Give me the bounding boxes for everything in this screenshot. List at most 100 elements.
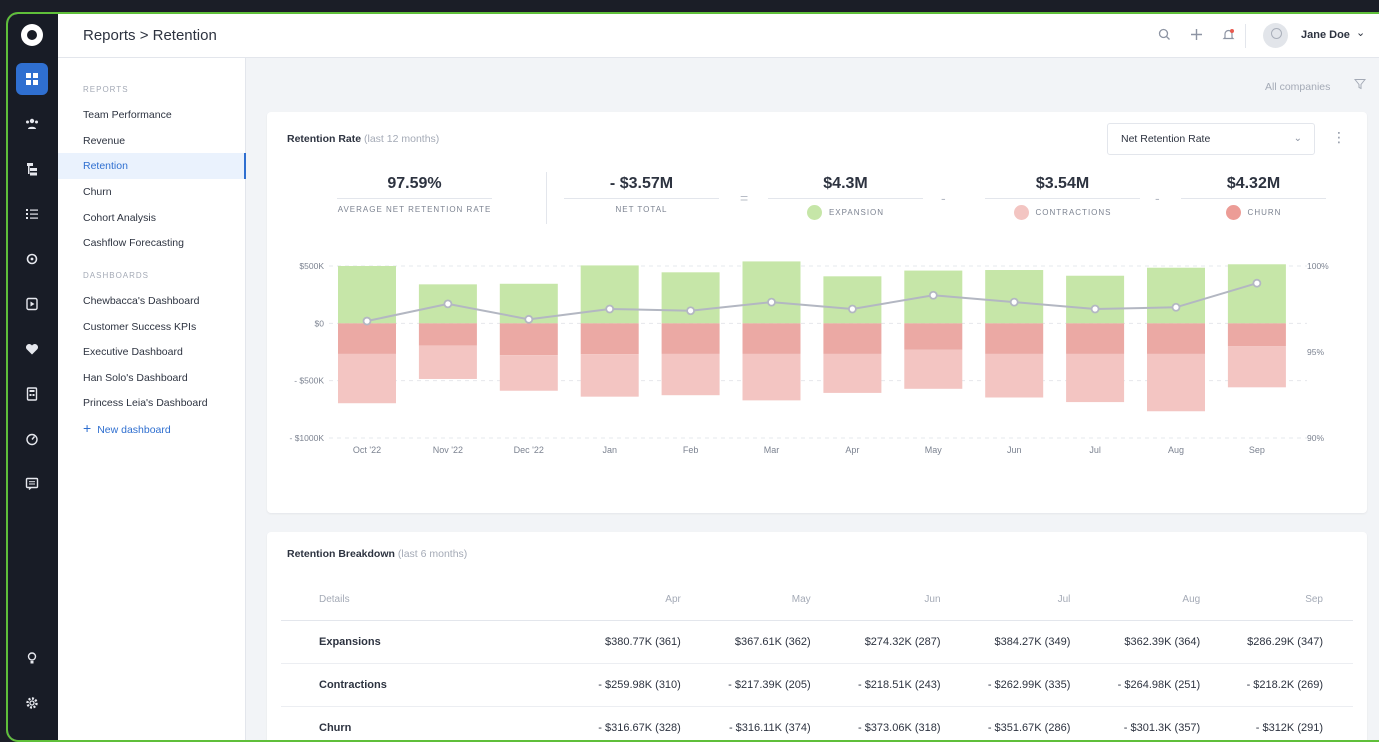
hierarchy-icon[interactable] [16, 153, 48, 185]
nrr-value: 97.59% [387, 175, 442, 192]
add-icon[interactable] [1180, 27, 1212, 45]
churn-bar [418, 345, 477, 379]
task-list-icon[interactable] [16, 198, 48, 230]
table-cell: Contractions [281, 663, 581, 707]
churn-bar [580, 354, 639, 397]
churn-label: CHURN [1181, 205, 1326, 220]
contraction-bar [823, 323, 882, 354]
expansion-value: $4.3M [823, 175, 868, 192]
expansion-bar [742, 261, 801, 324]
minus-operator: - [1155, 190, 1160, 206]
speedometer-icon[interactable] [16, 423, 48, 455]
users-icon[interactable] [16, 108, 48, 140]
nrr-point [767, 297, 776, 307]
play-box-icon[interactable] [16, 288, 48, 320]
lightbulb-icon[interactable] [16, 642, 48, 674]
retention-breakdown-title: Retention Breakdown (last 6 months) [287, 548, 468, 560]
company-filter[interactable]: All companies [1265, 81, 1330, 93]
table-cell: - $316.11K (374) [710, 706, 841, 740]
expansion-bar [580, 265, 639, 324]
table-row[interactable]: Contractions - $259.98K (310) - $217.39K… [281, 663, 1353, 707]
new-dashboard-button[interactable]: + New dashboard [83, 420, 171, 436]
dashboards-heading: DASHBOARDS [83, 271, 150, 280]
avatar[interactable] [1263, 23, 1288, 48]
table-cell: - $373.06K (318) [840, 706, 971, 740]
expansion-bar [1066, 275, 1125, 324]
table-row[interactable]: Expansions $380.77K (361) $367.61K (362)… [281, 620, 1353, 664]
search-icon[interactable] [1148, 27, 1180, 45]
y-tick-label: $500K [299, 261, 324, 271]
sidebar-item-customer-success-kpis[interactable]: Customer Success KPIs [58, 314, 246, 340]
y2-tick-label: 90% [1307, 433, 1324, 443]
sidebar-item-retention[interactable]: Retention [58, 153, 246, 179]
health-heart-icon[interactable] [16, 333, 48, 365]
metric-expansion: $4.3M EXPANSION [768, 172, 923, 220]
breakdown-table: Details Apr May Jun Jul Aug Sep Expansio… [281, 580, 1353, 740]
x-tick-label: Sep [1249, 445, 1265, 455]
sidebar-item-han-solo-dashboard[interactable]: Han Solo's Dashboard [58, 365, 246, 391]
contractions-label: CONTRACTIONS [985, 205, 1140, 220]
nrr-point [848, 304, 857, 314]
sidebar-item-team-performance[interactable]: Team Performance [58, 102, 246, 128]
table-cell: - $312K (291) [1230, 706, 1353, 740]
table-cell: - $218.51K (243) [840, 663, 971, 707]
filter-icon[interactable] [1354, 78, 1366, 90]
retention-chart: $500K $0 - $500K - $1000K 100% 95% 90% Oct '22 N… [290, 261, 1330, 455]
notification-bell-icon[interactable] [1212, 27, 1244, 45]
column-header: Sep [1230, 580, 1353, 621]
expansion-bar [338, 266, 396, 324]
sidebar-item-revenue[interactable]: Revenue [58, 128, 246, 154]
column-header: Details [281, 580, 581, 621]
metric-select[interactable]: Net Retention Rate ⌄ [1107, 123, 1315, 155]
app-logo[interactable] [21, 24, 43, 46]
nrr-point [1252, 278, 1262, 288]
contraction-bar [499, 323, 558, 356]
contraction-bar [742, 323, 801, 354]
y-tick-label: - $1000K [290, 433, 325, 443]
churn-bar [1227, 346, 1286, 388]
calculator-icon[interactable] [16, 378, 48, 410]
breadcrumb: Reports > Retention [83, 27, 217, 44]
settings-gear-icon[interactable] [16, 687, 48, 719]
sidebar-item-chewbacca-dashboard[interactable]: Chewbacca's Dashboard [58, 288, 246, 314]
x-tick-label: Mar [764, 445, 780, 455]
table-cell: - $259.98K (310) [581, 663, 711, 707]
table-cell: - $351.67K (286) [970, 706, 1101, 740]
sidebar-item-executive-dashboard[interactable]: Executive Dashboard [58, 339, 246, 365]
reports-heading: REPORTS [83, 85, 129, 94]
nrr-point [362, 316, 372, 326]
y-tick-label: - $500K [294, 376, 324, 386]
dashboard-grid-icon[interactable] [16, 63, 48, 95]
more-options-icon[interactable]: ⋮ [1332, 130, 1346, 146]
nrr-point [605, 304, 615, 314]
sync-icon[interactable] [16, 243, 48, 275]
sidebar-item-churn[interactable]: Churn [58, 179, 246, 205]
column-header: Aug [1100, 580, 1231, 621]
churn-bar [499, 355, 558, 391]
x-tick-label: Jun [1007, 445, 1022, 455]
x-tick-label: Apr [845, 445, 859, 455]
column-header: Apr [581, 580, 711, 621]
chevron-down-icon[interactable]: ⌄ [1356, 26, 1365, 39]
x-tick-label: Jan [602, 445, 617, 455]
contraction-bar [1147, 323, 1205, 354]
table-cell: - $262.99K (335) [970, 663, 1101, 707]
expansion-legend-dot [806, 205, 822, 220]
metric-contractions: $3.54M CONTRACTIONS [985, 172, 1140, 220]
churn-bar [742, 353, 801, 401]
y-tick-label: $0 [315, 318, 325, 328]
top-bar: Reports > Retention Jane Doe ⌄ [58, 14, 1379, 58]
table-cell: $384.27K (349) [970, 620, 1101, 664]
reports-sidebar: REPORTS Team Performance Revenue Retenti… [58, 58, 246, 740]
chat-icon[interactable] [16, 468, 48, 500]
sidebar-item-cashflow-forecasting[interactable]: Cashflow Forecasting [58, 230, 246, 256]
user-name[interactable]: Jane Doe [1301, 29, 1350, 41]
churn-bar [985, 353, 1044, 398]
top-actions [1148, 14, 1244, 58]
x-tick-label: Feb [683, 445, 699, 455]
table-cell: - $217.39K (205) [710, 663, 841, 707]
table-row[interactable]: Churn - $316.67K (328) - $316.11K (374) … [281, 706, 1353, 740]
sidebar-item-princess-leia-dashboard[interactable]: Princess Leia's Dashboard [58, 390, 246, 416]
sidebar-item-cohort-analysis[interactable]: Cohort Analysis [58, 205, 246, 231]
y2-tick-label: 95% [1307, 347, 1324, 357]
